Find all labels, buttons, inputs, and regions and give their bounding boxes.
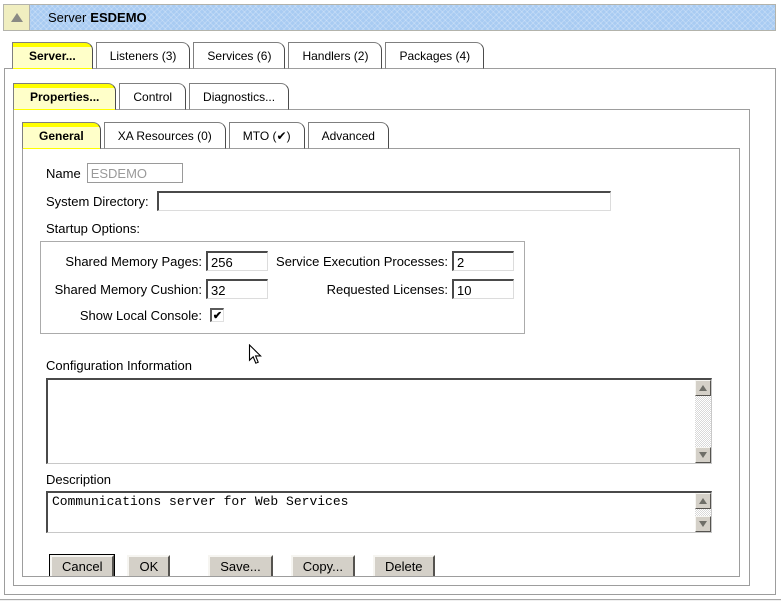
- server-title-bar: Server ESDEMO: [30, 4, 776, 31]
- tab-xa-resources[interactable]: XA Resources (0): [104, 122, 226, 149]
- arrow-up-icon: [699, 498, 707, 504]
- ok-button[interactable]: OK: [127, 555, 170, 577]
- startup-options-row-2: Shared Memory Cushion: Requested License…: [41, 279, 524, 299]
- tab-label: Properties...: [30, 90, 99, 104]
- scroll-down-button[interactable]: [695, 516, 711, 532]
- tab-row-general-level: General XA Resources (0) MTO (✔) Advance…: [22, 122, 749, 149]
- configuration-information-label: Configuration Information: [46, 358, 739, 373]
- shared-memory-cushion-field[interactable]: [206, 279, 268, 299]
- startup-options-row-3: Show Local Console: ✔: [41, 305, 524, 325]
- server-panel: Properties... Control Diagnostics... Gen…: [4, 68, 776, 595]
- description-text[interactable]: Communications server for Web Services: [48, 493, 695, 532]
- main-content: Server... Listeners (3) Services (6) Han…: [4, 42, 776, 595]
- server-title-prefix: Server: [48, 10, 86, 25]
- description-textarea[interactable]: Communications server for Web Services: [46, 491, 712, 533]
- tab-row-server-level: Server... Listeners (3) Services (6) Han…: [4, 42, 776, 69]
- name-field[interactable]: [87, 163, 183, 183]
- tab-server[interactable]: Server...: [12, 42, 93, 69]
- startup-options-label: Startup Options:: [46, 221, 739, 236]
- configuration-information-text[interactable]: [48, 380, 695, 463]
- configuration-information-textarea[interactable]: [46, 378, 712, 464]
- save-button[interactable]: Save...: [208, 555, 272, 577]
- service-execution-processes-label: Service Execution Processes:: [268, 254, 448, 269]
- enterprise-server-admin-page: Server ESDEMO Server... Listeners (3) Se…: [0, 0, 781, 608]
- bottom-divider: [0, 599, 781, 601]
- system-directory-row: System Directory:: [46, 191, 739, 211]
- scroll-up-button[interactable]: [695, 380, 711, 396]
- startup-options-row-1: Shared Memory Pages: Service Execution P…: [41, 251, 524, 271]
- tab-general[interactable]: General: [22, 122, 101, 149]
- tab-label: Listeners (3): [110, 49, 177, 63]
- collapse-toggle[interactable]: [3, 4, 30, 31]
- shared-memory-pages-field[interactable]: [206, 251, 268, 271]
- mouse-cursor-icon: [248, 344, 263, 366]
- tab-label: Handlers (2): [302, 49, 368, 63]
- scrollbar-track[interactable]: [695, 509, 711, 516]
- scroll-up-button[interactable]: [695, 493, 711, 509]
- tab-handlers[interactable]: Handlers (2): [288, 42, 382, 69]
- system-directory-label: System Directory:: [46, 194, 149, 209]
- tab-row-properties-level: Properties... Control Diagnostics...: [13, 83, 775, 110]
- arrow-down-icon: [699, 521, 707, 527]
- tab-label: Server...: [29, 49, 76, 63]
- scroll-down-button[interactable]: [695, 447, 711, 463]
- service-execution-processes-field[interactable]: [452, 251, 514, 271]
- requested-licenses-field[interactable]: [452, 279, 514, 299]
- tab-label: XA Resources (0): [118, 129, 212, 143]
- tab-label: Diagnostics...: [203, 90, 275, 104]
- tab-label: Control: [133, 90, 172, 104]
- button-row: Cancel OK Save... Copy... Delete: [50, 555, 739, 577]
- copy-button[interactable]: Copy...: [291, 555, 355, 577]
- title-bar: Server ESDEMO: [3, 4, 776, 31]
- tab-label: Packages (4): [399, 49, 470, 63]
- arrow-up-icon: [699, 385, 707, 391]
- tab-services[interactable]: Services (6): [193, 42, 285, 69]
- tab-properties[interactable]: Properties...: [13, 83, 116, 110]
- tab-diagnostics[interactable]: Diagnostics...: [189, 83, 289, 110]
- requested-licenses-label: Requested Licenses:: [268, 282, 448, 297]
- properties-panel: General XA Resources (0) MTO (✔) Advance…: [13, 109, 750, 586]
- tab-advanced[interactable]: Advanced: [308, 122, 389, 149]
- scrollbar-track[interactable]: [695, 396, 711, 447]
- system-directory-field[interactable]: [157, 191, 611, 211]
- name-label: Name: [46, 166, 81, 181]
- show-local-console-label: Show Local Console:: [41, 308, 202, 323]
- tab-mto[interactable]: MTO (✔): [229, 122, 305, 149]
- name-row: Name: [46, 163, 739, 183]
- shared-memory-cushion-label: Shared Memory Cushion:: [41, 282, 202, 297]
- tab-label: General: [39, 129, 84, 143]
- description-label: Description: [46, 472, 739, 487]
- tab-control[interactable]: Control: [119, 83, 186, 110]
- arrow-down-icon: [699, 452, 707, 458]
- show-local-console-checkbox[interactable]: ✔: [210, 308, 224, 322]
- server-title-name: ESDEMO: [90, 10, 146, 25]
- delete-button[interactable]: Delete: [373, 555, 435, 577]
- warning-triangle-icon: [11, 13, 23, 22]
- tab-label: Services (6): [207, 49, 271, 63]
- configuration-scrollbar[interactable]: [695, 380, 711, 463]
- general-panel: Name System Directory: Startup Options: …: [22, 148, 740, 577]
- tab-packages[interactable]: Packages (4): [385, 42, 484, 69]
- cancel-button[interactable]: Cancel: [50, 555, 114, 577]
- description-scrollbar[interactable]: [695, 493, 711, 532]
- startup-options-group: Shared Memory Pages: Service Execution P…: [40, 241, 525, 334]
- checkmark-icon: ✔: [213, 311, 222, 321]
- tab-label: Advanced: [322, 129, 375, 143]
- tab-label: MTO (✔): [243, 129, 291, 143]
- shared-memory-pages-label: Shared Memory Pages:: [41, 254, 202, 269]
- tab-listeners[interactable]: Listeners (3): [96, 42, 191, 69]
